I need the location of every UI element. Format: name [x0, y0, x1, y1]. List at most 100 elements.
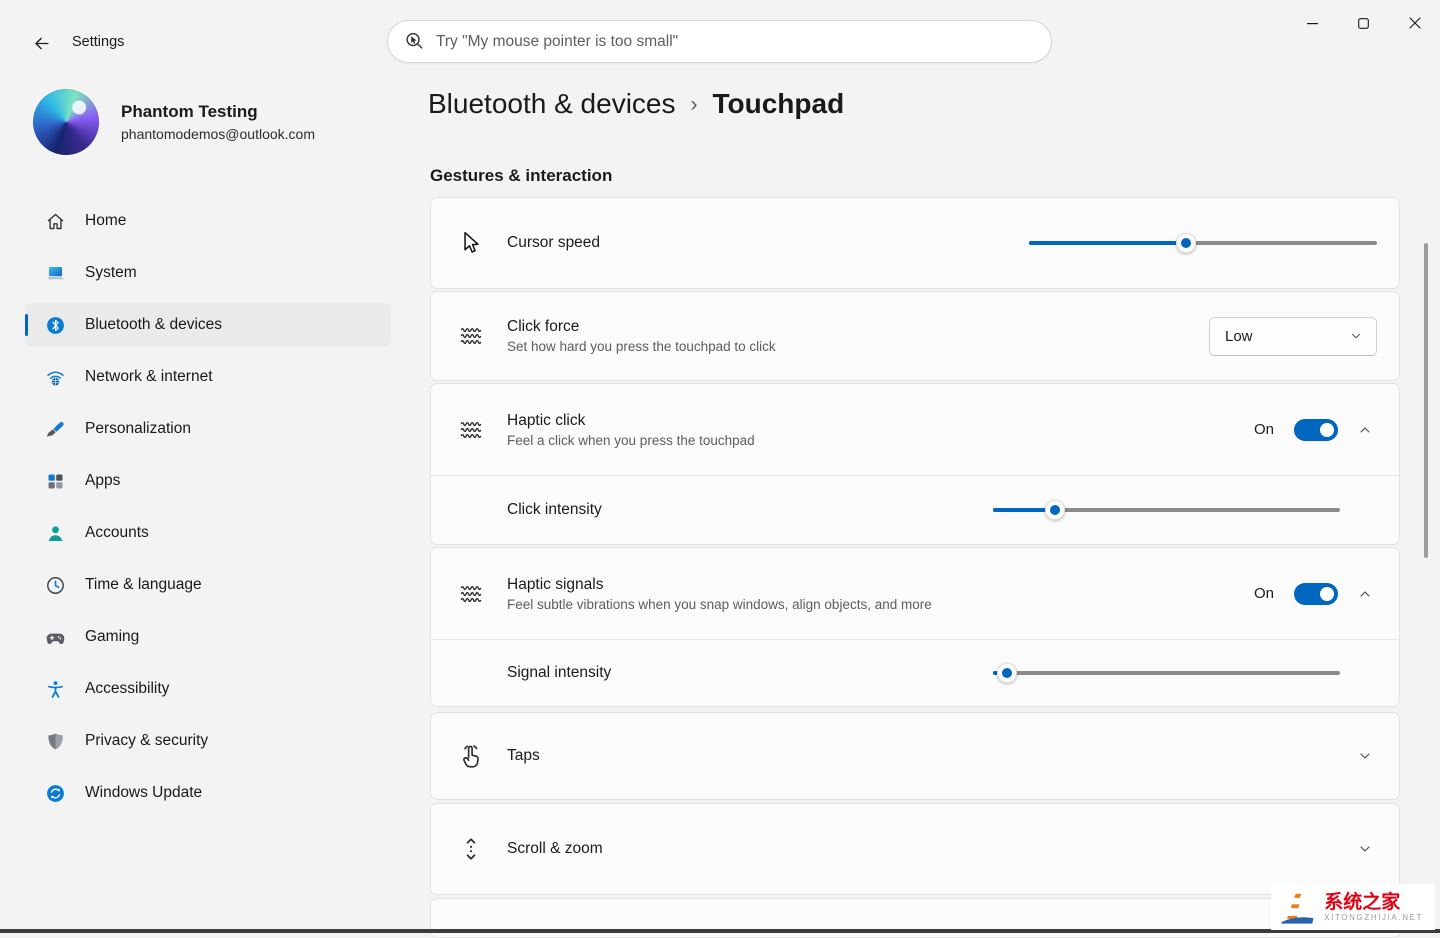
- haptic-click-row[interactable]: Haptic click Feel a click when you press…: [431, 384, 1399, 475]
- sidebar-item-label: Network & internet: [85, 368, 213, 386]
- taps-card[interactable]: Taps: [430, 712, 1400, 800]
- avatar: [33, 89, 99, 155]
- network-icon: [45, 367, 66, 388]
- slider-thumb[interactable]: [997, 663, 1017, 683]
- vertical-scrollbar[interactable]: [1424, 243, 1428, 558]
- click-force-card: Click force Set how hard you press the t…: [430, 291, 1400, 381]
- profile-name: Phantom Testing: [121, 102, 315, 122]
- back-button[interactable]: [24, 29, 58, 57]
- haptic-click-description: Feel a click when you press the touchpad: [507, 433, 755, 448]
- taps-label: Taps: [507, 747, 540, 765]
- profile-email: phantomodemos@outlook.com: [121, 126, 315, 142]
- watermark-text: 系统之家 XITONGZHIJIA.NET: [1324, 892, 1423, 923]
- haptic-signals-description: Feel subtle vibrations when you snap win…: [507, 597, 932, 612]
- time-language-icon: [45, 575, 66, 596]
- app-title: Settings: [72, 34, 124, 50]
- section-title: Gestures & interaction: [430, 166, 612, 186]
- sidebar-item-network-internet[interactable]: Network & internet: [25, 355, 391, 399]
- scroll-icon: [458, 836, 484, 862]
- sidebar-item-gaming[interactable]: Gaming: [25, 615, 391, 659]
- slider-thumb[interactable]: [1045, 500, 1065, 520]
- sidebar-item-apps[interactable]: Apps: [25, 459, 391, 503]
- slider-thumb[interactable]: [1176, 233, 1196, 253]
- haptic-click-label: Haptic click: [507, 412, 755, 430]
- sidebar-item-windows-update[interactable]: Windows Update: [25, 771, 391, 815]
- minimize-icon: [1307, 18, 1318, 29]
- scroll-zoom-label: Scroll & zoom: [507, 840, 603, 858]
- haptic-signals-row[interactable]: Haptic signals Feel subtle vibrations wh…: [431, 548, 1399, 639]
- sidebar-item-accounts[interactable]: Accounts: [25, 511, 391, 555]
- accessibility-icon: [45, 679, 66, 700]
- gaming-icon: [45, 627, 66, 648]
- sidebar-item-bluetooth-devices[interactable]: Bluetooth & devices: [25, 303, 391, 347]
- toggle-knob: [1320, 423, 1334, 437]
- click-intensity-slider[interactable]: [993, 498, 1340, 522]
- haptic-signals-group: Haptic signals Feel subtle vibrations wh…: [430, 547, 1400, 707]
- haptic-click-collapse-button[interactable]: [1351, 416, 1379, 444]
- watermark: 系统之家 XITONGZHIJIA.NET: [1271, 884, 1435, 930]
- sidebar-item-label: Home: [85, 212, 126, 230]
- privacy-shield-icon: [45, 731, 66, 752]
- window-controls: [1287, 0, 1440, 46]
- bluetooth-icon: [45, 315, 66, 336]
- search-input[interactable]: [436, 33, 1035, 51]
- click-force-description: Set how hard you press the touchpad to c…: [507, 339, 776, 354]
- sidebar-item-privacy-security[interactable]: Privacy & security: [25, 719, 391, 763]
- home-icon: [45, 211, 66, 232]
- scroll-zoom-expand-button[interactable]: [1351, 835, 1379, 863]
- breadcrumb-separator: ›: [691, 93, 698, 117]
- chevron-up-icon: [1357, 586, 1373, 602]
- breadcrumb-parent[interactable]: Bluetooth & devices: [428, 88, 676, 120]
- chevron-down-icon: [1349, 329, 1363, 343]
- haptic-click-toggle-state: On: [1254, 421, 1274, 438]
- slider-fill: [1029, 241, 1186, 245]
- sidebar-item-label: Accessibility: [85, 680, 169, 698]
- chevron-down-icon: [1357, 841, 1373, 857]
- sidebar-item-label: Personalization: [85, 420, 191, 438]
- maximize-icon: [1358, 18, 1369, 29]
- haptic-signals-toggle-state: On: [1254, 585, 1274, 602]
- apps-icon: [45, 471, 66, 492]
- toggle-knob: [1320, 587, 1334, 601]
- close-button[interactable]: [1389, 0, 1440, 46]
- sidebar-item-label: System: [85, 264, 137, 282]
- haptic-signals-collapse-button[interactable]: [1351, 580, 1379, 608]
- sidebar-nav: Home System Bluetooth & devices Network …: [25, 199, 391, 823]
- windows-update-icon: [45, 783, 66, 804]
- sidebar-item-home[interactable]: Home: [25, 199, 391, 243]
- search-icon: [403, 30, 426, 53]
- accounts-icon: [45, 523, 66, 544]
- sidebar-item-accessibility[interactable]: Accessibility: [25, 667, 391, 711]
- maximize-button[interactable]: [1338, 0, 1389, 46]
- sidebar-item-label: Bluetooth & devices: [85, 316, 222, 334]
- sidebar-item-time-language[interactable]: Time & language: [25, 563, 391, 607]
- haptic-click-toggle[interactable]: [1294, 419, 1338, 441]
- click-force-dropdown[interactable]: Low: [1209, 317, 1377, 356]
- minimize-button[interactable]: [1287, 0, 1338, 46]
- tap-hand-icon: [458, 743, 484, 769]
- watermark-logo-icon: [1277, 887, 1317, 927]
- cursor-icon: [458, 230, 484, 256]
- taps-expand-button[interactable]: [1351, 742, 1379, 770]
- sidebar-item-label: Gaming: [85, 628, 139, 646]
- sidebar-item-label: Time & language: [85, 576, 202, 594]
- slider-track[interactable]: [993, 671, 1340, 675]
- watermark-site-name: 系统之家: [1324, 892, 1423, 914]
- profile-card[interactable]: Phantom Testing phantomodemos@outlook.co…: [33, 89, 315, 155]
- signal-intensity-slider[interactable]: [993, 661, 1340, 685]
- sidebar-item-label: Apps: [85, 472, 120, 490]
- dropdown-value: Low: [1225, 328, 1253, 345]
- chevron-up-icon: [1357, 422, 1373, 438]
- click-force-label: Click force: [507, 318, 776, 336]
- bottom-edge-strip: [0, 929, 1440, 933]
- personalization-icon: [45, 419, 66, 440]
- click-intensity-label: Click intensity: [507, 501, 602, 519]
- cursor-speed-slider[interactable]: [1029, 231, 1377, 255]
- system-icon: [45, 263, 66, 284]
- sidebar-item-personalization[interactable]: Personalization: [25, 407, 391, 451]
- scroll-zoom-card[interactable]: Scroll & zoom: [430, 803, 1400, 895]
- haptic-signals-toggle[interactable]: [1294, 583, 1338, 605]
- signal-intensity-row: Signal intensity: [431, 639, 1399, 706]
- haptic-click-group: Haptic click Feel a click when you press…: [430, 383, 1400, 545]
- sidebar-item-system[interactable]: System: [25, 251, 391, 295]
